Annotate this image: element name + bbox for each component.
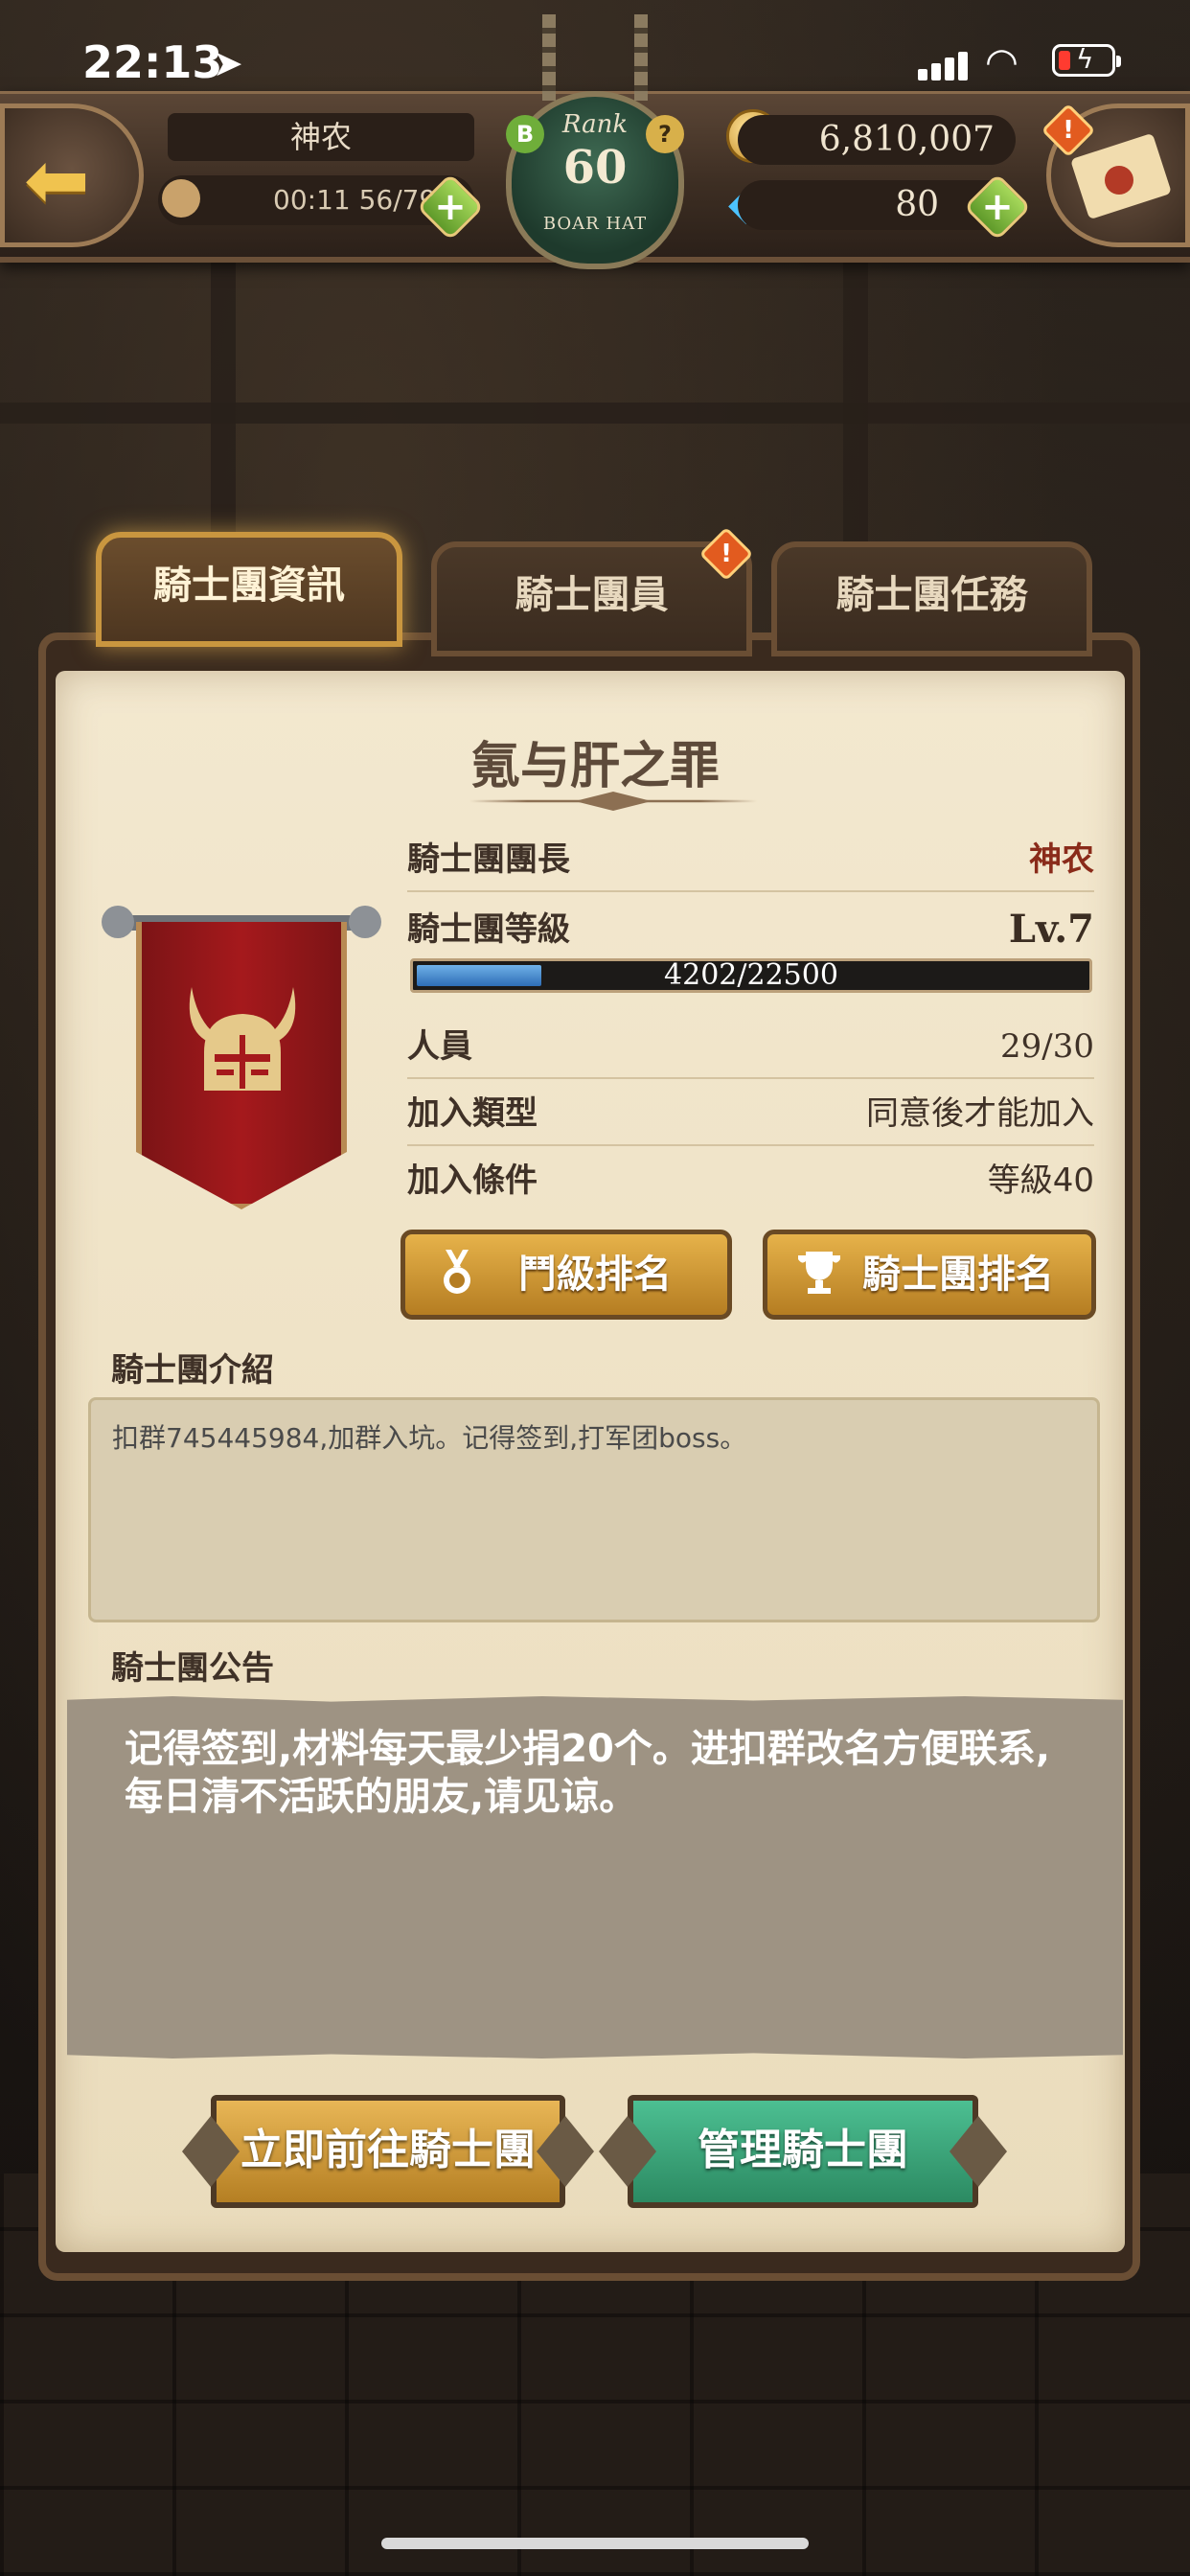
go-to-guild-label: 立即前往騎士團 bbox=[240, 2126, 536, 2174]
location-arrow-icon: ➤ bbox=[213, 42, 243, 84]
guild-name: 氪与肝之罪 bbox=[469, 738, 720, 795]
members-row: 人員 29/30 bbox=[407, 1016, 1094, 1079]
home-indicator[interactable] bbox=[381, 2538, 809, 2549]
xp-progress-bar: 4202/22500 bbox=[410, 958, 1092, 993]
join-requirement-label: 加入條件 bbox=[407, 1162, 538, 1200]
manage-guild-button[interactable]: 管理騎士團 bbox=[599, 2095, 1007, 2208]
notice-text: 记得签到,材料每天最少捐20个。进扣群改名方便联系,每日清不活跃的朋友,请见谅。 bbox=[125, 1727, 1051, 1819]
manage-guild-label: 管理騎士團 bbox=[698, 2126, 908, 2174]
level-label: 騎士團等級 bbox=[407, 910, 570, 949]
xp-text: 4202/22500 bbox=[664, 958, 838, 992]
go-to-guild-button[interactable]: 立即前往騎士團 bbox=[182, 2095, 594, 2208]
join-type-value: 同意後才能加入 bbox=[866, 1094, 1094, 1133]
tab-guild-info[interactable]: 騎士團資訊 bbox=[96, 532, 402, 647]
cellular-signal-icon bbox=[918, 48, 970, 80]
join-type-label: 加入類型 bbox=[407, 1094, 538, 1133]
leader-label: 騎士團團長 bbox=[407, 840, 570, 879]
rank-medallion[interactable]: Rank 60 BOAR HAT B ? bbox=[489, 14, 701, 283]
fight-rank-label: 鬥級排名 bbox=[518, 1253, 672, 1297]
members-value: 29/30 bbox=[1000, 1027, 1094, 1066]
intro-box: 扣群745445984,加群入坑。记得签到,打军团boss。 bbox=[88, 1397, 1100, 1622]
back-arrow-icon: ⬅ bbox=[24, 135, 90, 226]
rank-subtitle: BOAR HAT bbox=[542, 214, 648, 234]
notice-box: 记得签到,材料每天最少捐20个。进扣群改名方便联系,每日清不活跃的朋友,请见谅。 bbox=[67, 1696, 1123, 2058]
rank-b-badge: B bbox=[506, 115, 544, 153]
join-requirement-value: 等級40 bbox=[987, 1162, 1094, 1200]
knight-helmet-icon bbox=[189, 987, 296, 1091]
status-time: 22:13 bbox=[82, 36, 223, 88]
level-value: Lv.7 bbox=[1008, 907, 1094, 952]
notice-title: 騎士團公告 bbox=[111, 1649, 274, 1688]
intro-text: 扣群745445984,加群入坑。记得签到,打军团boss。 bbox=[112, 1422, 747, 1454]
medal-icon bbox=[444, 1250, 470, 1294]
fight-rank-button[interactable]: 鬥級排名 bbox=[400, 1230, 732, 1320]
level-row: 騎士團等級 Lv.7 bbox=[407, 899, 1094, 960]
guild-rank-label: 騎士團排名 bbox=[862, 1253, 1054, 1297]
tab-guild-quests[interactable]: 騎士團任務 bbox=[771, 541, 1092, 656]
guild-rank-button[interactable]: 騎士團排名 bbox=[763, 1230, 1096, 1320]
trophy-icon bbox=[798, 1252, 840, 1294]
rank-help-icon[interactable]: ? bbox=[646, 115, 684, 153]
stamina-value: 00:11 56/79 bbox=[273, 184, 437, 216]
player-name: 神农 bbox=[168, 113, 474, 161]
back-button[interactable]: ⬅ bbox=[0, 104, 144, 247]
battery-icon: ϟ bbox=[1052, 43, 1121, 77]
wifi-icon: ◠ bbox=[985, 40, 1018, 84]
leader-value[interactable]: 神农 bbox=[1029, 829, 1094, 890]
intro-title: 騎士團介紹 bbox=[111, 1351, 274, 1390]
leader-row: 騎士團團長 神农 bbox=[407, 829, 1094, 892]
join-requirement-row: 加入條件 等級40 bbox=[407, 1150, 1094, 1211]
gold-amount: 6,810,007 bbox=[738, 115, 1016, 165]
members-label: 人員 bbox=[407, 1027, 472, 1066]
join-type-row: 加入類型 同意後才能加入 bbox=[407, 1083, 1094, 1146]
stamina-icon bbox=[162, 179, 200, 218]
